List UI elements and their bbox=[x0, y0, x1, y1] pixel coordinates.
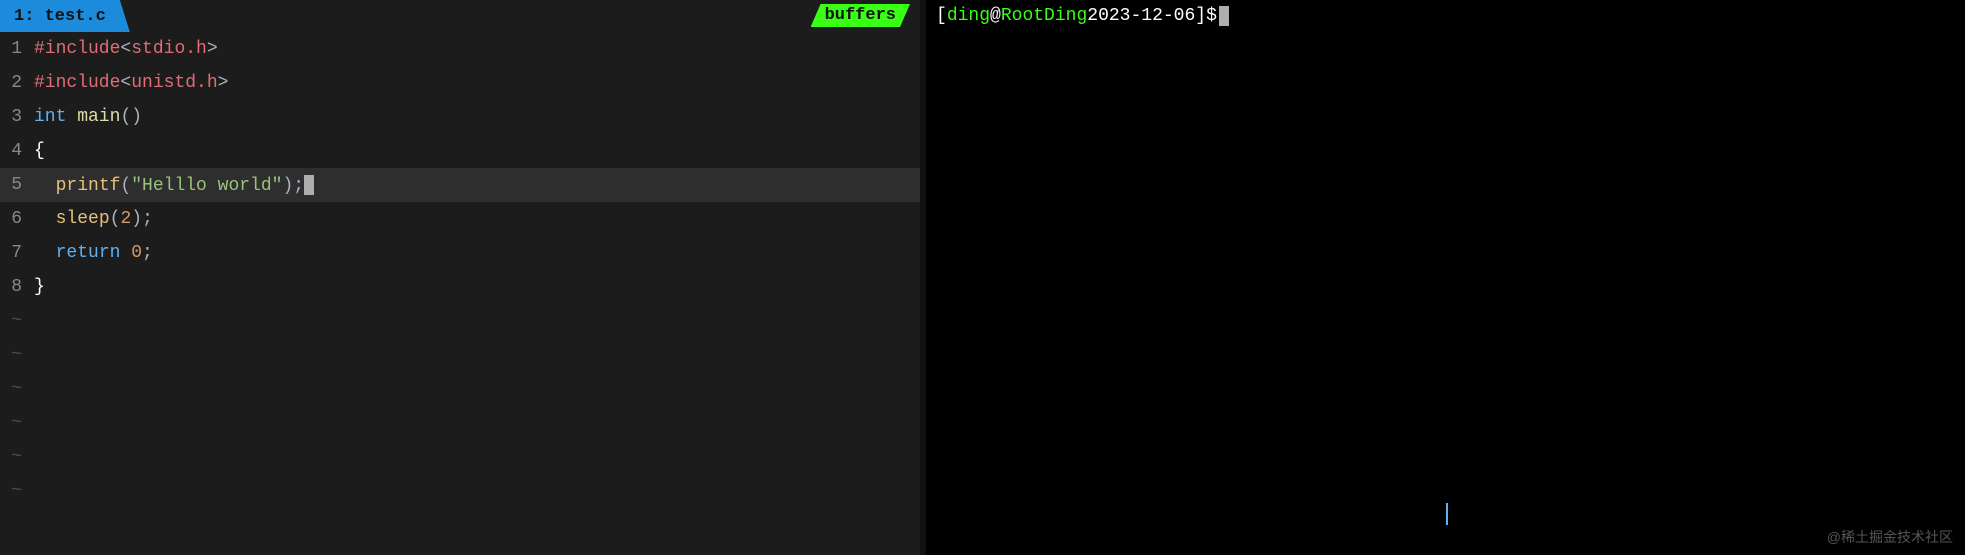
terminal-pane[interactable]: [ ding @ RootDing 2023-12-06 ]$ @稀土掘金技术社… bbox=[926, 0, 1965, 555]
line-number: 3 bbox=[0, 107, 30, 127]
tab-label: 1: test.c bbox=[14, 7, 106, 26]
cursor bbox=[304, 175, 314, 195]
editor-pane: 1: test.c buffers 1 #include<stdio.h> 2 … bbox=[0, 0, 920, 555]
prompt-host: RootDing bbox=[1001, 6, 1087, 26]
line-content: printf("Helllo world"); bbox=[30, 175, 920, 196]
tilde-line: ~ bbox=[0, 474, 920, 508]
tilde-line: ~ bbox=[0, 406, 920, 440]
line-content: return 0; bbox=[30, 243, 920, 263]
line-content: #include<unistd.h> bbox=[30, 73, 920, 93]
tilde-line: ~ bbox=[0, 304, 920, 338]
code-line: 7 return 0; bbox=[0, 236, 920, 270]
line-number: 6 bbox=[0, 209, 30, 229]
prompt-bracket-open: [ bbox=[936, 6, 947, 26]
line-content: { bbox=[30, 141, 920, 161]
active-tab[interactable]: 1: test.c bbox=[0, 0, 130, 32]
line-number: 5 bbox=[0, 175, 30, 195]
prompt-user: ding bbox=[947, 6, 990, 26]
code-line: 1 #include<stdio.h> bbox=[0, 32, 920, 66]
code-line: 2 #include<unistd.h> bbox=[0, 66, 920, 100]
code-line: 3 int main() bbox=[0, 100, 920, 134]
code-line: 6 sleep(2); bbox=[0, 202, 920, 236]
code-line: 8 } bbox=[0, 270, 920, 304]
code-line: 4 { bbox=[0, 134, 920, 168]
tilde-line: ~ bbox=[0, 338, 920, 372]
prompt-at: @ bbox=[990, 6, 1001, 26]
line-number: 7 bbox=[0, 243, 30, 263]
prompt-bracket-close: ]$ bbox=[1195, 6, 1217, 26]
line-number: 2 bbox=[0, 73, 30, 93]
terminal-cursor bbox=[1219, 6, 1229, 26]
vertical-cursor-indicator bbox=[1446, 503, 1448, 525]
terminal-content: [ ding @ RootDing 2023-12-06 ]$ bbox=[926, 0, 1965, 555]
prompt-date: 2023-12-06 bbox=[1087, 6, 1195, 26]
tilde-line: ~ bbox=[0, 372, 920, 406]
tab-bar: 1: test.c buffers bbox=[0, 0, 920, 32]
buffers-badge[interactable]: buffers bbox=[811, 4, 910, 27]
line-content: sleep(2); bbox=[30, 209, 920, 229]
line-number: 1 bbox=[0, 39, 30, 59]
line-number: 4 bbox=[0, 141, 30, 161]
line-content: #include<stdio.h> bbox=[30, 39, 920, 59]
code-area: 1 #include<stdio.h> 2 #include<unistd.h>… bbox=[0, 32, 920, 555]
code-line-active: 5 printf("Helllo world"); bbox=[0, 168, 920, 202]
terminal-prompt: [ ding @ RootDing 2023-12-06 ]$ bbox=[936, 6, 1955, 26]
line-content: int main() bbox=[30, 107, 920, 127]
line-content: } bbox=[30, 277, 920, 297]
tilde-line: ~ bbox=[0, 440, 920, 474]
line-number: 8 bbox=[0, 277, 30, 297]
watermark: @稀土掘金技术社区 bbox=[1827, 527, 1953, 547]
